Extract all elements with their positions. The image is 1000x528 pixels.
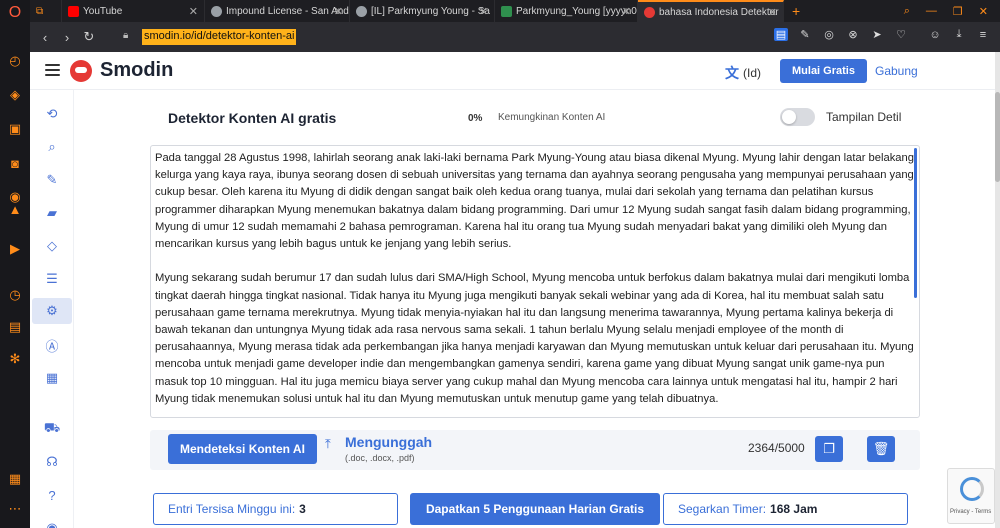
site-icon [356, 5, 367, 17]
tab-youtube[interactable]: YouTube ✕ [62, 0, 205, 22]
speed-dial-icon[interactable]: ◴ [6, 52, 24, 70]
window-controls: ⌕ — ❐ ✕ [904, 0, 1000, 22]
upload-formats: (.doc, .docx, .pdf) [345, 453, 415, 463]
maximize-icon[interactable]: ❐ [953, 5, 963, 18]
delete-button[interactable]: 🗑︎ [867, 436, 895, 462]
player-icon[interactable]: ▶ [6, 240, 24, 258]
text-paragraph: Myung sekarang sudah berumur 17 dan suda… [155, 272, 914, 405]
tab-group-icon[interactable]: ⧉ [30, 0, 62, 22]
opera-sidebar: O ◴ ◈ ▣ ◙ ◉ ▲ ▶ ◷ ▤ ✻ ▦ ⋯ [0, 0, 30, 528]
pen-icon[interactable]: ✎ [43, 171, 61, 189]
close-icon[interactable]: ✕ [334, 5, 343, 18]
page-scrollbar[interactable] [995, 52, 1000, 528]
heart-icon[interactable]: ♡ [894, 28, 908, 41]
upload-icon[interactable]: ⤒ [325, 436, 331, 452]
youtube-icon [68, 5, 79, 17]
grader-icon[interactable]: ◇ [43, 237, 61, 255]
join-link[interactable]: Gabung [875, 64, 918, 78]
plagiarism-icon[interactable]: ⌕ [43, 138, 61, 156]
send-icon[interactable]: ➤ [870, 28, 884, 41]
account-icon[interactable]: ☺ [928, 29, 942, 41]
box-icon[interactable]: ▤ [6, 318, 24, 336]
tab-parkmyung-il[interactable]: [IL] Parkmyung Young - Sa ✕ [350, 0, 495, 22]
settings-icon[interactable]: ✻ [6, 350, 24, 368]
instagram-icon[interactable]: ◙ [6, 154, 24, 172]
url-field[interactable]: smodin.io/id/detektor-konten-ai [142, 29, 297, 45]
textarea-scrollbar[interactable] [914, 148, 917, 298]
forward-icon[interactable]: › [56, 30, 78, 45]
edit-icon[interactable]: ✎ [798, 28, 812, 41]
translator-icon[interactable]: Ⓐ [43, 336, 61, 354]
upload-button[interactable]: Mengunggah [345, 434, 432, 450]
aria-icon[interactable]: ▲ [6, 200, 24, 218]
chat-icon[interactable]: ▰ [43, 204, 61, 222]
site-icon [211, 5, 222, 17]
more-icon[interactable]: ⋯ [6, 500, 24, 518]
trash-icon: 🗑︎ [872, 441, 890, 456]
detect-ai-button[interactable]: Mendeteksi Konten AI [168, 434, 317, 464]
cart-icon[interactable]: ⛟ [43, 420, 61, 438]
reload-icon[interactable]: ↻ [78, 29, 100, 45]
copy-icon: ❐ [823, 441, 835, 456]
tab-smodin[interactable]: bahasa Indonesia Detektor ✕ [638, 0, 784, 22]
recaptcha-icon [960, 477, 984, 501]
close-window-icon[interactable]: ✕ [979, 5, 988, 18]
close-icon[interactable]: ✕ [189, 5, 198, 18]
history-icon[interactable]: ◷ [6, 286, 24, 304]
entries-remaining-box: Entri Tersisa Minggu ini: 3 [153, 493, 398, 525]
recaptcha-badge[interactable]: Privacy - Terms [947, 468, 995, 524]
profile-icon[interactable]: ◉ [43, 519, 61, 528]
page-title: Detektor Konten AI gratis [168, 110, 337, 126]
site-header: Smodin 文 (Id) Mulai Gratis Gabung [30, 52, 995, 90]
summarizer-icon[interactable]: ☰ [43, 270, 61, 288]
camera-icon[interactable]: ◎ [822, 28, 836, 41]
translate-icon: 文 [725, 65, 739, 81]
character-count: 2364/5000 [748, 441, 805, 455]
close-icon[interactable]: ✕ [479, 5, 488, 18]
new-tab-icon[interactable]: + [792, 3, 800, 19]
text-paragraph: Pada tanggal 28 Agustus 1998, lahirlah s… [155, 152, 914, 251]
tab-impound[interactable]: Impound License - San And ✕ [205, 0, 350, 22]
block-icon[interactable]: ⊗ [846, 28, 860, 41]
minimize-icon[interactable]: — [926, 5, 937, 17]
copy-button[interactable]: ❐ [815, 436, 843, 462]
support-icon[interactable]: ☊ [43, 453, 61, 471]
get-free-uses-button[interactable]: Dapatkan 5 Penggunaan Harian Gratis [410, 493, 660, 525]
search-tabs-icon[interactable]: ⌕ [904, 5, 910, 18]
language-selector[interactable]: 文 (Id) [725, 63, 761, 83]
close-icon[interactable]: ✕ [622, 5, 631, 18]
start-free-button[interactable]: Mulai Gratis [780, 59, 867, 83]
back-icon[interactable]: ‹ [34, 30, 56, 45]
ai-detector-icon[interactable]: ⚙ [32, 298, 72, 324]
gallery-icon[interactable]: ▦ [6, 470, 24, 488]
download-icon[interactable]: ⤓ [952, 28, 966, 41]
help-icon[interactable]: ? [43, 486, 61, 504]
menu-icon[interactable]: ≡ [976, 29, 990, 41]
tab-parkmyung[interactable]: Parkmyung_Young [yyyyn0 ✕ [495, 0, 638, 22]
brand-name[interactable]: Smodin [100, 59, 173, 82]
web-page: Smodin 文 (Id) Mulai Gratis Gabung ⟲ ⌕ ✎ … [30, 52, 995, 528]
close-icon[interactable]: ✕ [768, 6, 777, 19]
ai-probability-label: Kemungkinan Konten AI [498, 112, 606, 123]
lock-icon: 🔒︎ [123, 30, 129, 41]
smodin-icon [644, 6, 655, 18]
refresh-timer-box: Segarkan Timer: 168 Jam [663, 493, 908, 525]
hamburger-menu-icon[interactable] [45, 64, 60, 76]
twitch-icon[interactable]: ▣ [6, 120, 24, 138]
address-bar: ‹ › ↻ 🔒︎ smodin.io/id/detektor-konten-ai… [30, 22, 1000, 52]
text-input-area[interactable]: Pada tanggal 28 Agustus 1998, lahirlah s… [150, 145, 920, 418]
smodin-logo-icon[interactable] [70, 60, 92, 82]
wiki-icon [501, 5, 512, 17]
bag-icon[interactable]: ◈ [6, 86, 24, 104]
address-bar-actions: ▤ ✎ ◎ ⊗ ➤ ♡ ☺ ⤓ ≡ [774, 28, 990, 41]
rewriter-icon[interactable]: ⟲ [43, 105, 61, 123]
translate-page-icon[interactable]: ▤ [774, 28, 788, 41]
apps-icon[interactable]: ▦ [43, 369, 61, 387]
detail-view-label: Tampilan Detil [826, 110, 902, 124]
opera-logo-icon[interactable]: O [6, 4, 24, 22]
tab-bar: ⧉ YouTube ✕ Impound License - San And ✕ … [30, 0, 1000, 22]
ai-probability-value: 0% [468, 113, 483, 124]
detail-view-toggle[interactable] [780, 108, 815, 126]
tool-sidebar: ⟲ ⌕ ✎ ▰ ◇ ☰ ⚙ Ⓐ ▦ ⛟ ☊ ? ◉ [30, 90, 74, 528]
